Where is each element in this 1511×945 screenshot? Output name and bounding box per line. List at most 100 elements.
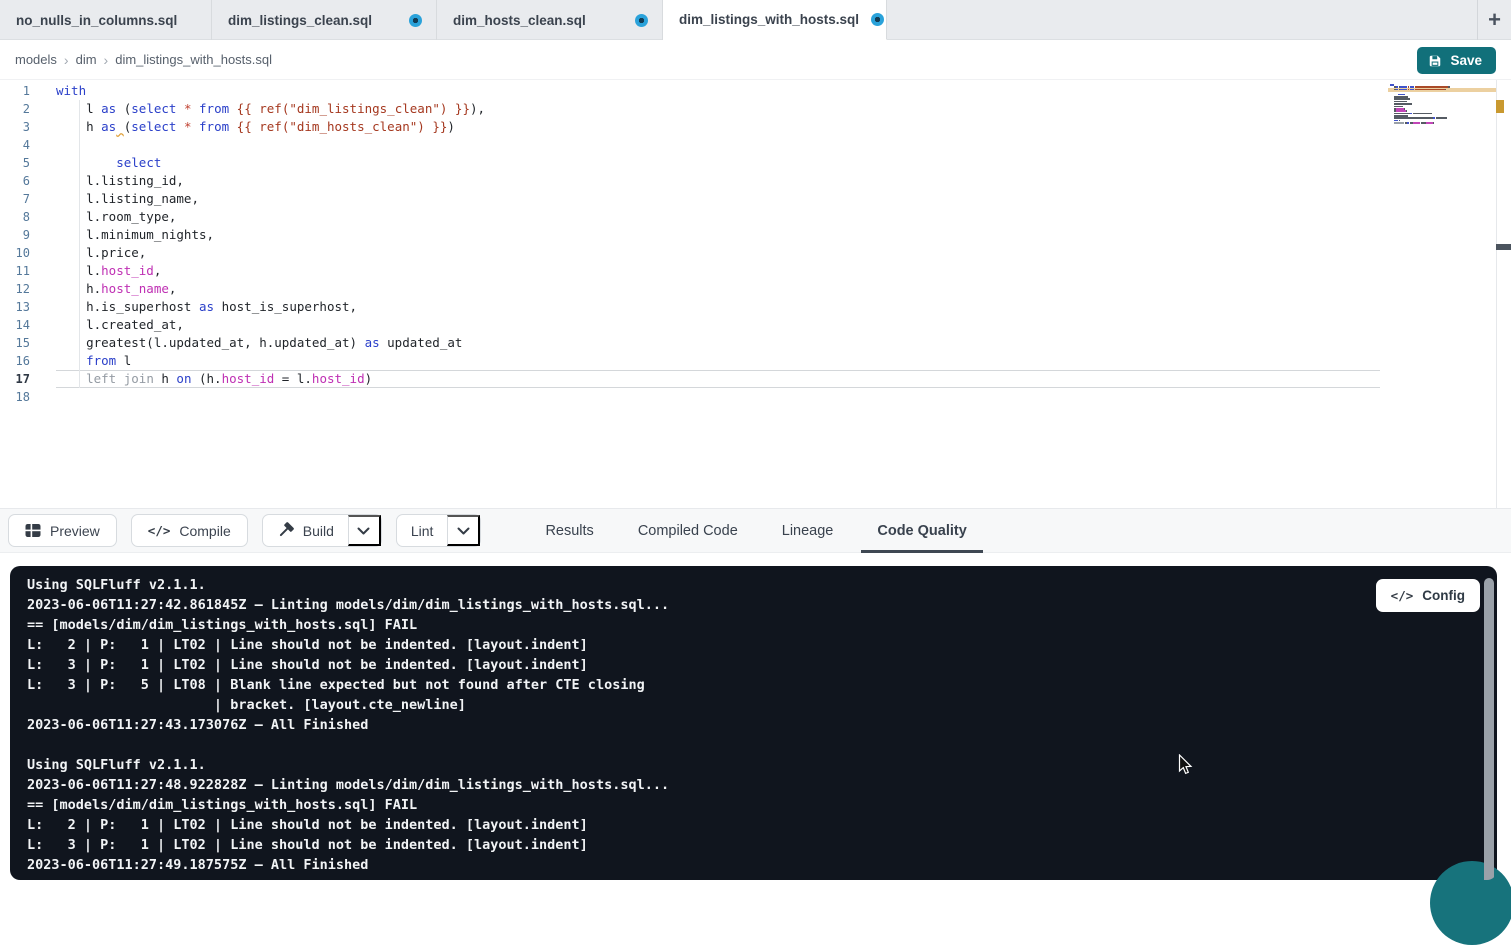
chevron-down-icon: [457, 527, 470, 535]
tab-label: Code Quality: [877, 523, 966, 539]
build-label: Build: [303, 523, 334, 539]
build-button-group: Build: [262, 514, 382, 547]
line-number: 1: [0, 82, 56, 100]
terminal-line: L: 3 | P: 1 | LT02 | Line should not be …: [27, 835, 1497, 855]
code-line: 1with: [0, 82, 1511, 100]
line-number: 3: [0, 118, 56, 136]
tab-label: dim_listings_clean.sql: [228, 13, 372, 28]
result-tabs: Results Compiled Code Lineage Code Quali…: [523, 509, 988, 552]
code-line: 15 greatest(l.updated_at, h.updated_at) …: [0, 334, 1511, 352]
terminal-line: Using SQLFluff v2.1.1.: [27, 755, 1497, 775]
tab-lineage[interactable]: Lineage: [766, 509, 850, 552]
floppy-disk-icon: [1428, 54, 1442, 68]
help-fab-button[interactable]: [1430, 861, 1511, 945]
tab-label: Results: [545, 523, 593, 539]
line-number: 13: [0, 298, 56, 316]
compile-label: Compile: [179, 523, 230, 539]
code-lines: 1with2 l as (select * from {{ ref("dim_l…: [0, 80, 1511, 406]
code-line: 4: [0, 136, 1511, 154]
code-line: 10 l.price,: [0, 244, 1511, 262]
code-line: 3 h as (select * from {{ ref("dim_hosts_…: [0, 118, 1511, 136]
terminal-line: L: 2 | P: 1 | LT02 | Line should not be …: [27, 815, 1497, 835]
code-line: 16 from l: [0, 352, 1511, 370]
lint-button-group: Lint: [396, 514, 482, 547]
terminal-line: 2023-06-06T11:27:48.922828Z — Linting mo…: [27, 775, 1497, 795]
code-editor[interactable]: 1with2 l as (select * from {{ ref("dim_l…: [0, 80, 1511, 508]
tab-label: Compiled Code: [638, 523, 738, 539]
line-number: 9: [0, 226, 56, 244]
tab-compiled-code[interactable]: Compiled Code: [622, 509, 754, 552]
line-number: 12: [0, 280, 56, 298]
tab-dim-listings-clean[interactable]: dim_listings_clean.sql: [212, 0, 437, 40]
breadcrumb-bar: models › dim › dim_listings_with_hosts.s…: [0, 40, 1511, 80]
build-dropdown-button[interactable]: [348, 515, 381, 546]
code-line: 8 l.room_type,: [0, 208, 1511, 226]
line-number: 2: [0, 100, 56, 118]
code-line: 9 l.minimum_nights,: [0, 226, 1511, 244]
chevron-right-icon: ›: [64, 52, 69, 68]
code-line: 14 l.created_at,: [0, 316, 1511, 334]
terminal-line: L: 3 | P: 1 | LT02 | Line should not be …: [27, 655, 1497, 675]
code-icon: </>: [1391, 588, 1414, 603]
lint-button[interactable]: Lint: [397, 515, 448, 546]
code-line: 6 l.listing_id,: [0, 172, 1511, 190]
unsaved-changes-icon: [409, 14, 422, 27]
code-line: 5 select: [0, 154, 1511, 172]
lint-output-terminal: Using SQLFluff v2.1.1.2023-06-06T11:27:4…: [10, 566, 1497, 880]
tab-no-nulls-in-columns[interactable]: no_nulls_in_columns.sql: [0, 0, 212, 40]
tab-label: dim_listings_with_hosts.sql: [679, 12, 859, 27]
preview-button[interactable]: Preview: [8, 514, 117, 547]
code-line: 11 l.host_id,: [0, 262, 1511, 280]
minimap[interactable]: [1390, 84, 1462, 130]
compile-button[interactable]: </> Compile: [131, 514, 248, 547]
terminal-line: [27, 735, 1497, 755]
chevron-right-icon: ›: [104, 52, 109, 68]
code-line: 7 l.listing_name,: [0, 190, 1511, 208]
overview-ruler: [1496, 80, 1497, 508]
line-number: 14: [0, 316, 56, 334]
chevron-down-icon: [357, 527, 370, 535]
unsaved-changes-icon: [871, 13, 884, 26]
code-line: 12 h.host_name,: [0, 280, 1511, 298]
line-number: 17: [0, 370, 56, 388]
save-label: Save: [1450, 53, 1482, 68]
terminal-scrollbar[interactable]: [1484, 578, 1494, 880]
line-number: 11: [0, 262, 56, 280]
line-number: 8: [0, 208, 56, 226]
tab-dim-hosts-clean[interactable]: dim_hosts_clean.sql: [437, 0, 663, 40]
terminal-line: 2023-06-06T11:27:42.861845Z — Linting mo…: [27, 595, 1497, 615]
terminal-line: L: 3 | P: 5 | LT08 | Blank line expected…: [27, 675, 1497, 695]
breadcrumb-models[interactable]: models: [15, 52, 57, 67]
code-line: 13 h.is_superhost as host_is_superhost,: [0, 298, 1511, 316]
line-number: 18: [0, 388, 56, 406]
preview-label: Preview: [50, 523, 100, 539]
terminal-line: 2023-06-06T11:27:43.173076Z — All Finish…: [27, 715, 1497, 735]
action-toolbar: Preview </> Compile Build Lint: [0, 508, 1511, 553]
code-line: 18: [0, 388, 1511, 406]
lint-warning-marker[interactable]: [1496, 100, 1504, 113]
line-number: 15: [0, 334, 56, 352]
tab-results[interactable]: Results: [529, 509, 609, 552]
terminal-line: 2023-06-06T11:27:49.187575Z — All Finish…: [27, 855, 1497, 875]
terminal-line: Using SQLFluff v2.1.1.: [27, 575, 1497, 595]
line-number: 7: [0, 190, 56, 208]
tab-code-quality[interactable]: Code Quality: [861, 509, 982, 552]
line-number: 5: [0, 154, 56, 172]
cursor-position-marker[interactable]: [1496, 244, 1511, 250]
save-button[interactable]: Save: [1417, 47, 1496, 74]
config-button[interactable]: </> Config: [1376, 579, 1480, 612]
line-number: 4: [0, 136, 56, 154]
config-label: Config: [1422, 588, 1465, 603]
tab-label: no_nulls_in_columns.sql: [16, 13, 177, 28]
lint-dropdown-button[interactable]: [447, 515, 480, 546]
line-number: 10: [0, 244, 56, 262]
tab-dim-listings-with-hosts[interactable]: dim_listings_with_hosts.sql: [663, 0, 887, 40]
breadcrumb-dim[interactable]: dim: [76, 52, 97, 67]
terminal-line: | bracket. [layout.cte_newline]: [27, 695, 1497, 715]
terminal-line: L: 2 | P: 1 | LT02 | Line should not be …: [27, 635, 1497, 655]
tab-label: dim_hosts_clean.sql: [453, 13, 586, 28]
build-button[interactable]: Build: [263, 515, 348, 546]
code-line: 2 l as (select * from {{ ref("dim_listin…: [0, 100, 1511, 118]
new-tab-button[interactable]: +: [1477, 0, 1511, 40]
breadcrumb-file[interactable]: dim_listings_with_hosts.sql: [115, 52, 272, 67]
